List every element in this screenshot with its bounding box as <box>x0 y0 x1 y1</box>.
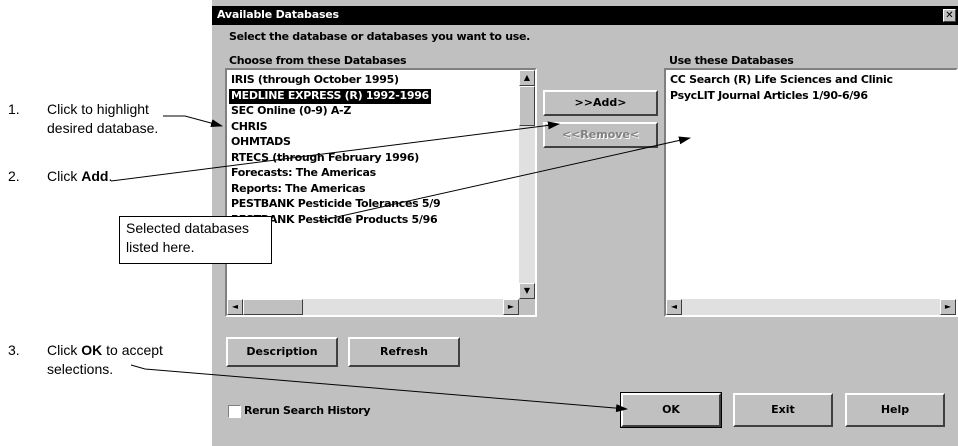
arrow-callout <box>318 136 691 222</box>
annotation-arrows <box>110 115 691 413</box>
arrow-step-2 <box>110 121 560 182</box>
arrow-step-1 <box>163 115 223 127</box>
arrow-step-3 <box>130 364 628 413</box>
